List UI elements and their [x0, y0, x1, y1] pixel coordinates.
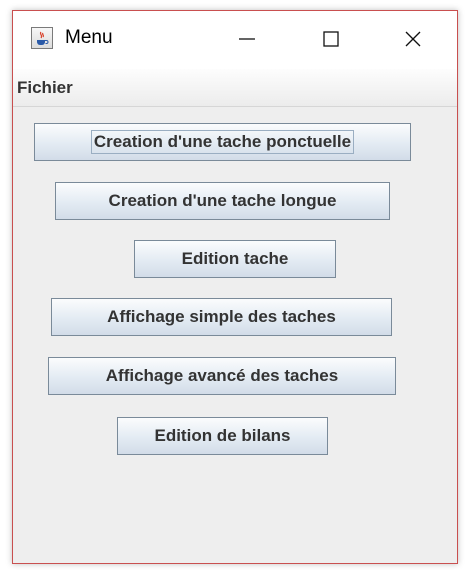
button-label: Creation d'une tache ponctuelle [90, 130, 355, 154]
window-title: Menu [65, 27, 113, 48]
content-panel: Creation d'une tache ponctuelle Creation… [13, 107, 457, 563]
button-label: Edition tache [181, 249, 289, 268]
edit-reports-button[interactable]: Edition de bilans [117, 417, 328, 455]
advanced-task-display-button[interactable]: Affichage avancé des taches [48, 357, 396, 395]
close-icon[interactable] [391, 17, 435, 61]
menu-item-fichier[interactable]: Fichier [13, 77, 77, 99]
button-label: Affichage avancé des taches [105, 366, 339, 385]
button-label: Affichage simple des taches [107, 307, 336, 326]
button-label: Edition de bilans [154, 426, 291, 445]
menu-bar: Fichier [13, 69, 457, 107]
create-punctual-task-button[interactable]: Creation d'une tache ponctuelle [34, 123, 411, 161]
button-label: Creation d'une tache longue [108, 191, 337, 210]
java-cup-icon[interactable] [31, 27, 53, 49]
create-long-task-button[interactable]: Creation d'une tache longue [55, 182, 390, 220]
maximize-icon[interactable] [309, 17, 353, 61]
minimize-icon[interactable] [225, 17, 269, 61]
app-window: Menu Fichier Creation d'une tache ponctu… [12, 10, 458, 564]
edit-task-button[interactable]: Edition tache [134, 240, 336, 278]
title-bar[interactable]: Menu [13, 11, 457, 69]
simple-task-display-button[interactable]: Affichage simple des taches [51, 298, 392, 336]
